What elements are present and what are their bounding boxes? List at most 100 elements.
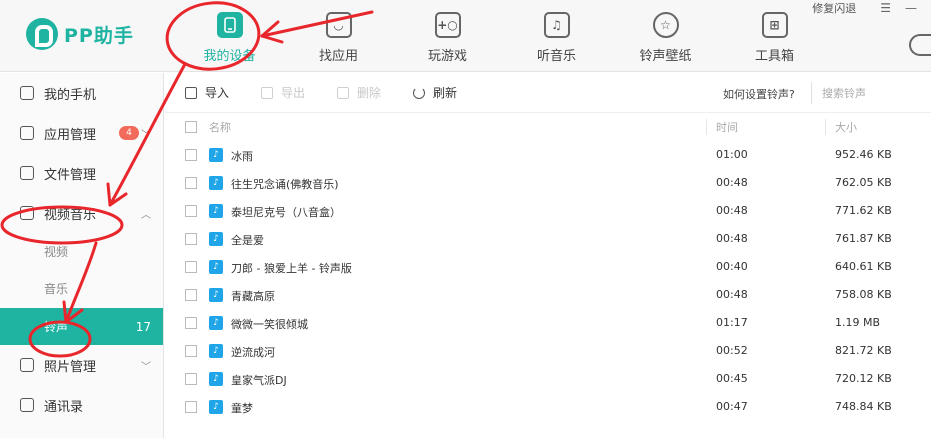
ringtone-size: 821.72 KB	[835, 344, 892, 357]
sidebar-sub-video[interactable]: 视频	[0, 233, 163, 270]
sidebar-item-photo-manage[interactable]: 照片管理 ﹀	[0, 345, 163, 385]
sidebar-item-app-manage[interactable]: 应用管理 4 ﹀	[0, 113, 163, 153]
ringtone-name: 逆流成河	[231, 346, 275, 359]
ringtone-name: 全是爱	[231, 234, 264, 247]
sidebar-item-label: 文件管理	[44, 167, 97, 183]
app-manage-icon	[20, 126, 34, 140]
nav-find-apps[interactable]: ◡ 找应用	[284, 0, 393, 72]
table-header: 名称 时间 大小	[165, 113, 931, 141]
ringtone-size: 640.61 KB	[835, 260, 892, 273]
row-checkbox[interactable]	[185, 401, 197, 413]
contacts-icon	[20, 398, 34, 412]
row-checkbox[interactable]	[185, 345, 197, 357]
star-icon: ☆	[652, 12, 679, 38]
pp-logo-icon	[26, 18, 58, 50]
column-time-header[interactable]: 时间	[716, 119, 738, 135]
table-row[interactable]: ♪ 皇家气派DJ 00:45 720.12 KB	[165, 365, 931, 393]
export-button[interactable]: 导出	[261, 84, 305, 101]
select-all-checkbox[interactable]	[185, 121, 197, 133]
main-content: 导入 导出 删除 刷新 如何设置铃声? 名称 时间 大小 ♪ 冰雨 01:00 952…	[165, 73, 931, 438]
row-checkbox[interactable]	[185, 289, 197, 301]
nav-label: 玩游戏	[427, 49, 467, 64]
app-logo[interactable]: PP助手	[26, 18, 134, 50]
ringtone-name: 刀郎 - 狼爱上羊 - 铃声版	[231, 262, 352, 275]
row-checkbox[interactable]	[185, 317, 197, 329]
chevron-down-icon[interactable]: ﹀	[141, 126, 151, 141]
ringtone-name: 皇家气派DJ	[231, 374, 287, 387]
sidebar-item-contacts[interactable]: 通讯录	[0, 385, 163, 425]
how-to-set-ringtone-link[interactable]: 如何设置铃声?	[723, 86, 795, 102]
gamepad-icon: +○	[434, 12, 461, 38]
sidebar-item-label: 照片管理	[44, 359, 97, 375]
chevron-down-icon[interactable]: ﹀	[141, 358, 151, 373]
titlebar-controls: 修复闪退 ☰ —	[812, 0, 931, 16]
column-name-header[interactable]: 名称	[209, 119, 231, 135]
ringtone-name: 冰雨	[231, 150, 253, 163]
update-badge: 4	[119, 126, 139, 140]
row-checkbox[interactable]	[185, 261, 197, 273]
row-checkbox[interactable]	[185, 177, 197, 189]
sidebar-sub-ringtones[interactable]: 铃声 17	[0, 308, 163, 345]
table-row[interactable]: ♪ 泰坦尼克号（八音盒） 00:48 771.62 KB	[165, 197, 931, 225]
table-row[interactable]: ♪ 往生咒念诵(佛教音乐) 00:48 762.05 KB	[165, 169, 931, 197]
ringtone-duration: 00:48	[716, 288, 748, 301]
bell-icon: ♪	[209, 316, 223, 330]
table-row[interactable]: ♪ 微微一笑很倾城 01:17 1.19 MB	[165, 309, 931, 337]
sidebar-item-video-music[interactable]: 视频音乐 ︿	[0, 193, 163, 233]
sidebar-sub-label: 铃声	[44, 320, 69, 334]
column-divider[interactable]	[825, 119, 826, 135]
ringtone-list: ♪ 冰雨 01:00 952.46 KB ♪ 往生咒念诵(佛教音乐) 00:48 762.05…	[165, 141, 931, 421]
sidebar-item-label: 应用管理	[44, 127, 97, 143]
ringtone-duration: 00:40	[716, 260, 748, 273]
import-icon	[185, 86, 197, 99]
bell-icon: ♪	[209, 260, 223, 274]
sidebar-sub-music[interactable]: 音乐	[0, 270, 163, 307]
row-checkbox[interactable]	[185, 149, 197, 161]
music-icon: ♫	[543, 12, 570, 38]
bell-icon: ♪	[209, 148, 223, 162]
chevron-up-icon[interactable]: ︿	[141, 206, 151, 221]
column-divider[interactable]	[706, 119, 707, 135]
table-row[interactable]: ♪ 逆流成河 00:52 821.72 KB	[165, 337, 931, 365]
refresh-icon	[413, 86, 426, 99]
nav-my-device[interactable]: 我的设备	[175, 0, 284, 72]
bell-icon: ♪	[209, 344, 223, 358]
ringtone-duration: 01:17	[716, 316, 748, 329]
column-size-header[interactable]: 大小	[835, 119, 857, 135]
menu-icon[interactable]: ☰	[880, 1, 891, 15]
table-row[interactable]: ♪ 刀郎 - 狼爱上羊 - 铃声版 00:40 640.61 KB	[165, 253, 931, 281]
nav-ringtones-wallpapers[interactable]: ☆ 铃声壁纸	[611, 0, 720, 72]
bell-icon: ♪	[209, 372, 223, 386]
import-label: 导入	[205, 86, 230, 100]
delete-button[interactable]: 删除	[337, 84, 381, 101]
table-row[interactable]: ♪ 冰雨 01:00 952.46 KB	[165, 141, 931, 169]
trash-icon	[337, 86, 350, 99]
row-checkbox[interactable]	[185, 233, 197, 245]
ringtone-duration: 00:48	[716, 232, 748, 245]
ringtone-name: 青藏高原	[231, 290, 275, 303]
sidebar-item-my-phone[interactable]: 我的手机	[0, 73, 163, 113]
back-icon[interactable]	[909, 34, 931, 56]
nav-games[interactable]: +○ 玩游戏	[393, 0, 502, 72]
table-row[interactable]: ♪ 青藏高原 00:48 758.08 KB	[165, 281, 931, 309]
ringtone-name: 童梦	[231, 402, 253, 415]
row-checkbox[interactable]	[185, 205, 197, 217]
ringtone-size: 748.84 KB	[835, 400, 892, 413]
row-checkbox[interactable]	[185, 373, 197, 385]
sidebar-item-label: 通讯录	[44, 399, 84, 415]
search-ringtone-input[interactable]	[811, 82, 921, 104]
refresh-button[interactable]: 刷新	[413, 84, 457, 101]
ringtone-duration: 01:00	[716, 148, 748, 161]
sidebar-item-file-manage[interactable]: 文件管理	[0, 153, 163, 193]
delete-label: 删除	[357, 86, 382, 100]
video-icon	[20, 206, 34, 220]
nav-music[interactable]: ♫ 听音乐	[502, 0, 611, 72]
folder-icon	[20, 166, 34, 180]
import-button[interactable]: 导入	[185, 84, 229, 101]
table-row[interactable]: ♪ 全是爱 00:48 761.87 KB	[165, 225, 931, 253]
export-icon	[261, 86, 274, 99]
table-row[interactable]: ♪ 童梦 00:47 748.84 KB	[165, 393, 931, 421]
restore-crash-link[interactable]: 修复闪退	[812, 0, 856, 16]
minimize-icon[interactable]: —	[905, 1, 917, 15]
logo-text: PP助手	[64, 24, 134, 47]
